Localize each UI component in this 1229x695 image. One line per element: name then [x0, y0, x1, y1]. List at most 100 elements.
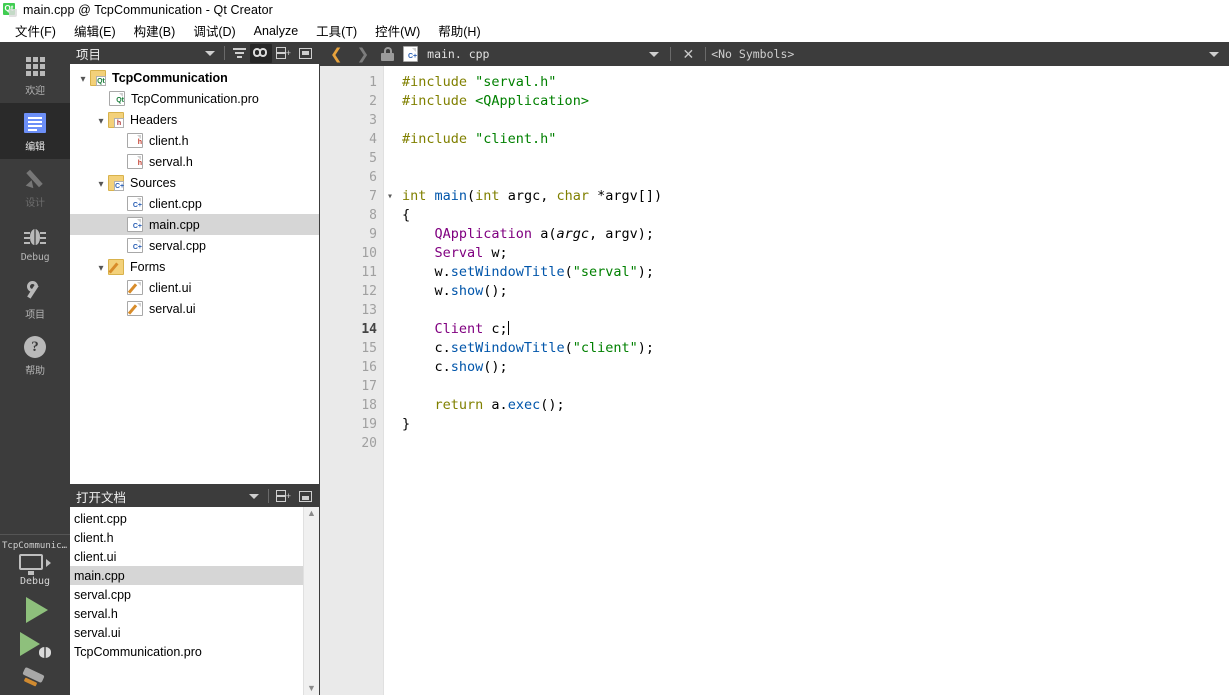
opendocs-dropdown[interactable] — [243, 487, 265, 506]
code-line: c.setWindowTitle("client"); — [402, 339, 1229, 358]
split-pane-button[interactable]: + — [272, 487, 294, 506]
mode-help[interactable]: ? 帮助 — [0, 327, 70, 383]
code-area: 1 2 3 4 5 6 7 ▾ 8 9 10 11 12 13 14 15 16 17 18 19 20 #includ… — [320, 66, 1229, 695]
menu-build[interactable]: 构建(B) — [125, 19, 185, 42]
code-line: Client c; — [402, 320, 1229, 339]
chevron-down-icon[interactable]: ▾ — [76, 71, 90, 85]
scroll-up-arrow-icon[interactable]: ▲ — [307, 509, 316, 518]
mode-debug[interactable]: Debug — [0, 215, 70, 271]
mode-design[interactable]: 设计 — [0, 159, 70, 215]
tree-item[interactable]: C+ client.cpp — [70, 193, 319, 214]
code-token: argc — [556, 226, 589, 242]
menu-window[interactable]: 控件(W) — [366, 19, 429, 42]
run-button[interactable] — [22, 597, 48, 623]
chevron-left-icon[interactable]: ❮ — [324, 46, 349, 62]
open-document-item[interactable]: client.cpp — [70, 509, 303, 528]
mode-help-label: 帮助 — [25, 365, 45, 377]
pane-selector-dropdown[interactable] — [199, 44, 221, 63]
build-button[interactable] — [20, 666, 50, 691]
code-line: #include "serval.h" — [402, 73, 1229, 92]
chevron-down-icon[interactable]: ▾ — [94, 260, 108, 274]
open-document-item[interactable]: client.ui — [70, 547, 303, 566]
symbol-selector[interactable]: <No Symbols> — [711, 47, 794, 61]
line-number: 8 — [369, 208, 377, 223]
line-number: 4 — [369, 132, 377, 147]
tree-item[interactable]: h serval.h — [70, 151, 319, 172]
chevron-down-icon[interactable]: ▾ — [94, 176, 108, 190]
open-document-item[interactable]: client.h — [70, 528, 303, 547]
menu-tools[interactable]: 工具(T) — [307, 19, 366, 42]
qt-creator-window: Qt main.cpp @ TcpCommunication - Qt Crea… — [0, 0, 1229, 695]
tree-item[interactable]: h client.h — [70, 130, 319, 151]
code-text[interactable]: #include "serval.h" #include <QApplicatio… — [384, 66, 1229, 695]
menu-file[interactable]: 文件(F) — [6, 19, 65, 42]
code-token: , — [540, 188, 557, 204]
editor-filename[interactable]: main. cpp — [427, 47, 489, 61]
code-line: #include "client.h" — [402, 130, 1229, 149]
menu-help[interactable]: 帮助(H) — [429, 19, 489, 42]
close-icon[interactable]: ✕ — [676, 47, 700, 61]
sources-folder-icon: C+ — [108, 174, 124, 191]
editor-file-dropdown[interactable] — [643, 45, 665, 64]
code-token: char — [556, 188, 598, 204]
code-token: "client.h" — [475, 131, 557, 147]
chevron-down-icon[interactable]: ▾ — [94, 113, 108, 127]
line-number: 2 — [369, 94, 377, 109]
bug-icon — [22, 224, 48, 250]
code-token: w; — [483, 245, 508, 261]
open-document-item[interactable]: main.cpp — [70, 566, 303, 585]
ui-file-icon — [127, 301, 143, 316]
mode-selector-bar: 欢迎 编辑 设计 Debug 项目 ? 帮助 TcpCommunica Debu… — [0, 42, 70, 695]
tree-item[interactable]: serval.ui — [70, 298, 319, 319]
unlocked-icon[interactable] — [381, 47, 395, 61]
menu-edit[interactable]: 编辑(E) — [65, 19, 125, 42]
editor-toolbar-overflow[interactable] — [1203, 45, 1225, 64]
code-token: show — [450, 359, 484, 375]
open-document-item[interactable]: TcpCommunication.pro — [70, 642, 303, 661]
tree-item[interactable]: C+ main.cpp — [70, 214, 319, 235]
tree-item[interactable]: ▾ C+ Sources — [70, 172, 319, 193]
fold-marker-icon[interactable]: ▾ — [384, 187, 396, 206]
editor-toolbar: ❮ ❯ C+ main. cpp ✕ <No Symbols> — [320, 42, 1229, 66]
code-token: exec — [507, 397, 541, 413]
tree-item[interactable]: ▾ Forms — [70, 256, 319, 277]
open-document-label: client.cpp — [74, 511, 127, 526]
open-document-item[interactable]: serval.ui — [70, 623, 303, 642]
chevron-right-icon[interactable]: ❯ — [351, 46, 376, 62]
tree-item[interactable]: C+ serval.cpp — [70, 235, 319, 256]
kit-selector[interactable]: TcpCommunication Debug — [0, 534, 70, 587]
menu-debug[interactable]: 调试(D) — [184, 19, 244, 42]
tree-item[interactable]: Qt TcpCommunication.pro — [70, 88, 319, 109]
tree-item[interactable]: ▾ h Headers — [70, 109, 319, 130]
run-controls — [0, 597, 70, 691]
project-pane-header: 项目 + — [70, 42, 319, 64]
mode-welcome[interactable]: 欢迎 — [0, 47, 70, 103]
tree-item-label: main.cpp — [149, 217, 200, 232]
tree-item-label: client.ui — [149, 280, 192, 295]
debug-button[interactable] — [18, 632, 52, 658]
filter-button[interactable] — [228, 44, 250, 63]
scroll-down-arrow-icon[interactable]: ▼ — [307, 684, 316, 693]
mode-projects[interactable]: 项目 — [0, 271, 70, 327]
close-pane-button[interactable] — [294, 44, 316, 63]
ui-file-icon — [127, 280, 143, 295]
tree-item[interactable]: client.ui — [70, 277, 319, 298]
mode-edit[interactable]: 编辑 — [0, 103, 70, 159]
close-pane-button[interactable] — [294, 487, 316, 506]
split-pane-button[interactable]: + — [272, 44, 294, 63]
open-document-item[interactable]: serval.h — [70, 604, 303, 623]
wrench-icon — [22, 278, 48, 304]
menu-analyze[interactable]: Analyze — [245, 22, 307, 40]
line-number: 20 — [361, 436, 377, 451]
opendocs-scrollbar[interactable]: ▲ ▼ — [303, 507, 319, 695]
code-line: #include <QApplication> — [402, 92, 1229, 111]
code-token: ( — [564, 264, 573, 280]
tree-item[interactable]: ▾ Qt TcpCommunication — [70, 67, 319, 88]
sync-with-editor-button[interactable] — [250, 43, 272, 63]
grid-icon — [22, 54, 48, 80]
code-token: (); — [483, 283, 508, 299]
open-document-item[interactable]: serval.cpp — [70, 585, 303, 604]
